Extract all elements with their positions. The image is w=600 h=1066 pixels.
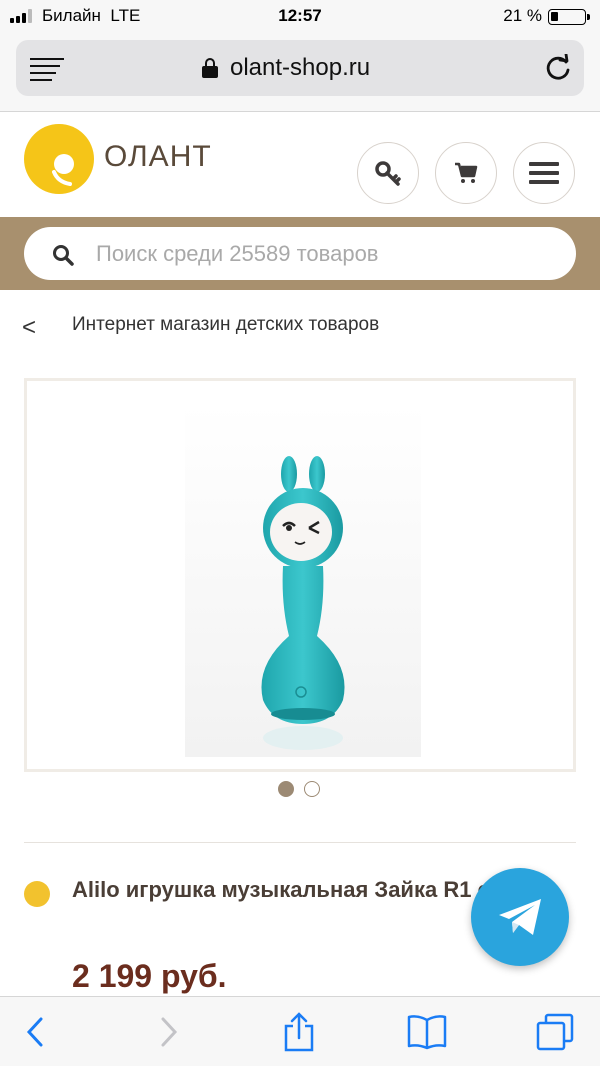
back-icon [26,1017,43,1047]
bunny-toy-image [261,456,345,750]
browser-chrome: olant-shop.ru [0,34,600,112]
telegram-icon [499,899,541,935]
share-button[interactable] [276,1009,322,1055]
back-button[interactable] [12,1009,58,1055]
divider [24,842,576,843]
telegram-button[interactable] [471,868,569,966]
cart-button[interactable] [435,142,497,204]
search-input[interactable]: Поиск среди 25589 товаров [24,227,576,280]
menu-button[interactable] [513,142,575,204]
battery-percent: 21 % [503,6,542,25]
url-text[interactable]: olant-shop.ru [230,54,370,82]
logo-icon[interactable] [24,124,94,194]
product-gallery[interactable] [24,378,576,772]
product-price: 2 199 руб. [72,958,227,994]
gallery-dot[interactable] [278,781,294,797]
cart-icon [455,162,478,183]
search-placeholder: Поиск среди 25589 товаров [96,241,379,266]
bookmarks-button[interactable] [404,1009,450,1055]
battery-icon [548,9,590,25]
back-chevron-icon[interactable]: < [22,314,36,342]
tabs-icon [536,1013,574,1051]
forward-icon [161,1017,178,1047]
breadcrumb-link[interactable]: Интернет магазин детских товаров [72,314,379,336]
logo-text[interactable]: ОЛАНТ [104,140,212,174]
gallery-pagination [278,781,320,797]
address-bar[interactable]: olant-shop.ru [16,40,584,96]
gallery-dot[interactable] [304,781,320,797]
login-button[interactable] [357,142,419,204]
tabs-button[interactable] [532,1009,578,1055]
status-bar: Билайн LTE 12:57 21 % [0,0,600,34]
site-header: ОЛАНТ [0,112,600,217]
product-image[interactable] [185,404,421,757]
search-band: Поиск среди 25589 товаров [0,217,600,290]
browser-toolbar [0,996,600,1066]
forward-button[interactable] [146,1009,192,1055]
bookmarks-icon [407,1015,447,1050]
search-icon [53,245,74,266]
availability-indicator [24,881,50,907]
menu-icon [529,157,559,189]
key-icon [375,161,401,186]
reload-icon[interactable] [544,54,572,82]
reader-icon[interactable] [30,58,64,81]
lock-icon [202,58,218,78]
share-icon [284,1012,314,1052]
